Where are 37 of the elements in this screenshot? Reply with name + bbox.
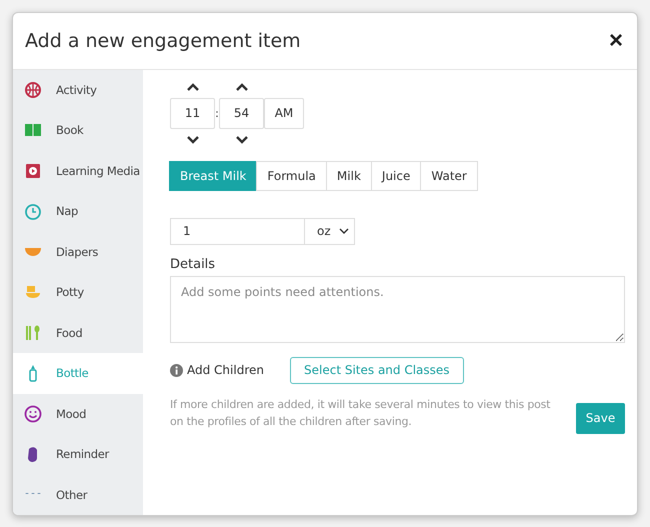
add-children-label: Add Children <box>187 363 265 377</box>
smiley-icon <box>24 404 42 423</box>
details-label: Details <box>170 256 216 272</box>
unit-dropdown[interactable]: oz <box>305 218 355 244</box>
sidebar-item[interactable]: Diapers <box>13 232 143 272</box>
milk-type-button[interactable]: Milk <box>326 160 372 190</box>
play-icon <box>24 162 42 180</box>
close-button[interactable]: × <box>606 26 625 55</box>
chevron-up-icon <box>186 82 198 90</box>
milk-type-button[interactable]: Formula <box>256 160 327 190</box>
sidebar-item[interactable]: Other <box>13 474 143 515</box>
time-separator: : <box>215 106 219 120</box>
sidebar-item[interactable]: Book <box>13 110 143 150</box>
sidebar-item[interactable]: Potty <box>13 272 143 312</box>
fork-knife-icon <box>24 324 42 342</box>
chevron-down-icon <box>236 136 248 144</box>
clock-icon <box>24 202 42 220</box>
milk-type-button[interactable]: Juice <box>370 160 422 190</box>
chevron-up-icon <box>236 82 248 90</box>
sidebar-item[interactable]: Nap <box>13 191 143 232</box>
basketball-icon <box>24 80 42 99</box>
chevron-down-icon <box>186 136 198 144</box>
hour-field[interactable]: 11 <box>170 98 215 128</box>
sidebar-item[interactable]: Reminder <box>13 434 143 474</box>
sidebar-item[interactable]: Activity <box>13 70 143 110</box>
sidebar-item[interactable]: Food <box>13 312 143 353</box>
amount-field[interactable]: 1 <box>170 218 305 244</box>
sidebar-item[interactable]: Learning Media <box>13 150 143 191</box>
dialog-title: Add a new engagement item <box>25 30 301 52</box>
period-button[interactable]: AM <box>264 98 304 128</box>
info-icon <box>170 364 183 376</box>
details-field[interactable]: Add some points need attentions. <box>170 276 625 342</box>
minute-field[interactable]: 54 <box>219 98 264 128</box>
info-note: If more children are added, it will take several minutes to view this post on the profiles of all the children after saving. <box>170 396 552 430</box>
milk-type-button[interactable]: Water <box>420 160 478 190</box>
caret-icon <box>339 228 349 234</box>
sidebar-item[interactable]: Mood <box>13 394 143 434</box>
